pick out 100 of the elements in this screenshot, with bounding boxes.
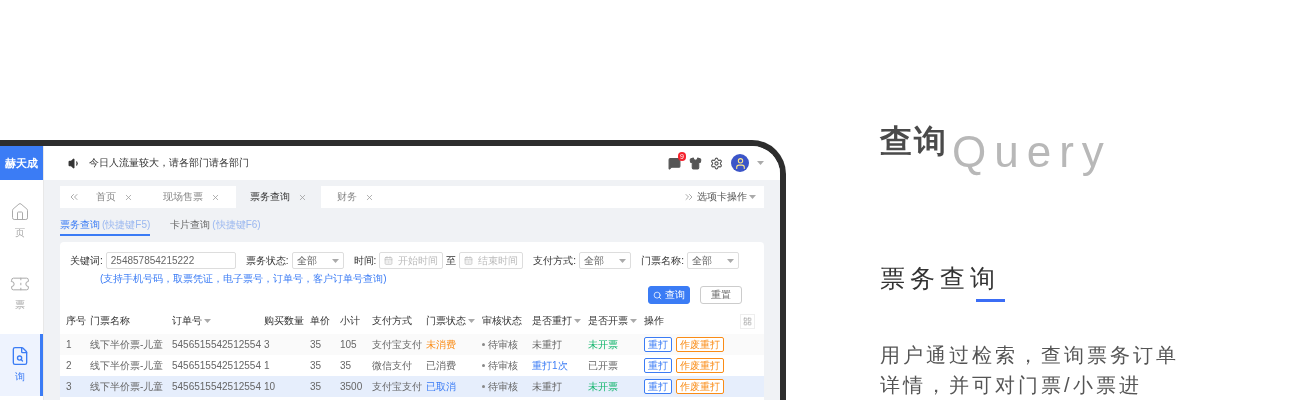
reprint-status: 未重打 [532, 338, 562, 350]
message-icon[interactable] [668, 156, 681, 170]
grid-icon[interactable] [740, 313, 755, 329]
column-header: 小计 [340, 314, 360, 328]
reprint-button[interactable]: 重打 [644, 379, 672, 394]
field-label: 关键词: [70, 253, 103, 268]
logo: 赫天成 [0, 146, 43, 180]
table-cell-text: 35 [309, 381, 323, 392]
caret-icon [619, 258, 627, 263]
feature-title: 票务查询 [880, 262, 1001, 294]
invoice-status: 已开票 [588, 359, 618, 371]
column-header: 审核状态 [482, 314, 522, 328]
invoice-status: 未开票 [588, 380, 618, 392]
column-header: 单价 [310, 314, 330, 328]
reset-button[interactable]: 重置 [700, 286, 742, 304]
double-chevron-right-icon[interactable] [683, 191, 695, 203]
table-row[interactable]: 1 线下半价票-儿童 5456515542512554 3 35 105 支付宝支付 未消费 待审核 未重打 未开票 重打 作废重打 [60, 334, 764, 355]
column-header[interactable]: 门票状态 [426, 314, 466, 328]
keyword-hint: (支持手机号码，取票凭证，电子票号，订单号，客户订单号查询) [99, 272, 388, 286]
table-cell-text: 105 [339, 339, 358, 350]
shirt-icon[interactable] [689, 156, 702, 170]
table-cell-text: 5456515542512554 [171, 381, 262, 392]
status-select[interactable]: 全部 [291, 252, 344, 269]
status-dot-icon [482, 385, 485, 389]
range-separator: 至 [446, 253, 457, 268]
table-cell-text: 1 [65, 339, 73, 350]
caret-icon [749, 195, 756, 199]
double-chevron-left-icon[interactable] [68, 191, 80, 203]
caret-icon [757, 161, 764, 165]
reprint-status: 未重打 [532, 380, 562, 392]
ticket-name-select[interactable]: 全部 [686, 252, 739, 269]
void-reprint-button[interactable]: 作废重打 [676, 358, 724, 373]
column-header: 购买数量 [264, 314, 304, 328]
close-icon[interactable] [298, 192, 307, 202]
sub-tab[interactable]: 票务查询 (快捷键F5) [60, 216, 151, 236]
audit-status: 待审核 [488, 380, 518, 392]
table-cell-text: 支付宝支付 [371, 337, 423, 352]
table-cell-text: 3 [65, 381, 73, 392]
reprint-status: 重打1次 [532, 359, 568, 371]
sub-tab[interactable]: 卡片查询 (快捷键F6) [170, 216, 261, 236]
table-cell-text: 10 [263, 381, 277, 392]
void-reprint-button[interactable]: 作废重打 [676, 337, 724, 352]
field-label: 支付方式: [533, 253, 577, 268]
table-cell-text: 2 [65, 360, 73, 371]
audit-status: 待审核 [488, 359, 518, 371]
audit-status: 待审核 [488, 338, 518, 350]
table-cell-text: 3500 [339, 381, 364, 392]
house-icon [10, 202, 30, 222]
tab[interactable]: 票务查询 [236, 186, 321, 208]
table-row[interactable]: 3 线下半价票-儿童 5456515542512554 10 35 3500 支付宝支付 已取消 待审核 未重打 未开票 重打 作废重打 [60, 376, 764, 397]
table-cell-text: 线下半价票-儿童 [89, 337, 165, 352]
column-header: 门票名称 [90, 314, 130, 328]
table-cell-text: 线下半价票-儿童 [89, 358, 165, 373]
tab[interactable]: 现场售票 [149, 186, 234, 208]
column-header[interactable]: 是否重打 [532, 314, 572, 328]
sidebar-item[interactable]: 票 [0, 262, 43, 324]
field-label: 票务状态: [245, 253, 289, 268]
table-cell-text: 5456515542512554 [171, 360, 262, 371]
tab-actions-menu[interactable]: 选项卡操作 [697, 190, 747, 204]
caret-icon [726, 258, 734, 263]
status-dot-icon [482, 343, 485, 347]
table-cell-text: 35 [309, 360, 323, 371]
title-underline [976, 298, 1005, 302]
reprint-button[interactable]: 重打 [644, 358, 672, 373]
close-icon[interactable] [124, 192, 133, 202]
table-cell-text: 线下半价票-儿童 [89, 379, 165, 394]
tab[interactable]: 首页 [82, 186, 147, 208]
void-reprint-button[interactable]: 作废重打 [676, 379, 724, 394]
calendar-icon [384, 256, 394, 265]
tab[interactable]: 财务 [323, 186, 388, 208]
reprint-button[interactable]: 重打 [644, 337, 672, 352]
calendar-icon [464, 256, 474, 265]
search-button[interactable]: 查询 [648, 286, 690, 304]
feature-description: 用户通过检索，查询票务订单详情，并可对门票/小票进 [880, 343, 1180, 398]
column-header[interactable]: 是否开票 [588, 314, 628, 328]
notice-text: 今日人流量较大，请各部门请各部门 [89, 156, 250, 170]
search-icon [653, 290, 662, 300]
table-cell-text: 35 [309, 339, 323, 350]
table-cell-text: 35 [339, 360, 353, 371]
table-cell-text: 微信支付 [371, 358, 413, 373]
watermark-title: Query [952, 127, 1112, 176]
close-icon[interactable] [211, 192, 220, 202]
table-cell-text: 3 [263, 339, 271, 350]
table-cell-text: 支付宝支付 [371, 379, 423, 394]
invoice-status: 未开票 [588, 338, 618, 350]
settings-icon[interactable] [710, 156, 723, 170]
column-header[interactable]: 订单号 [172, 314, 202, 328]
close-icon[interactable] [365, 192, 374, 202]
payment-select[interactable]: 全部 [579, 252, 632, 269]
column-header: 支付方式 [372, 314, 412, 328]
avatar-icon[interactable] [731, 154, 749, 172]
keyword-field[interactable]: 254857854215222 [105, 252, 236, 269]
column-header: 序号 [66, 314, 86, 328]
table-cell-text: 5456515542512554 [171, 339, 262, 350]
status-dot-icon [482, 364, 485, 368]
sidebar-item[interactable]: 询 [0, 334, 43, 396]
search-icon [10, 346, 30, 366]
field-label: 时间: [353, 253, 377, 268]
sidebar-item[interactable]: 页 [0, 190, 43, 252]
column-header: 操作 [644, 314, 664, 328]
